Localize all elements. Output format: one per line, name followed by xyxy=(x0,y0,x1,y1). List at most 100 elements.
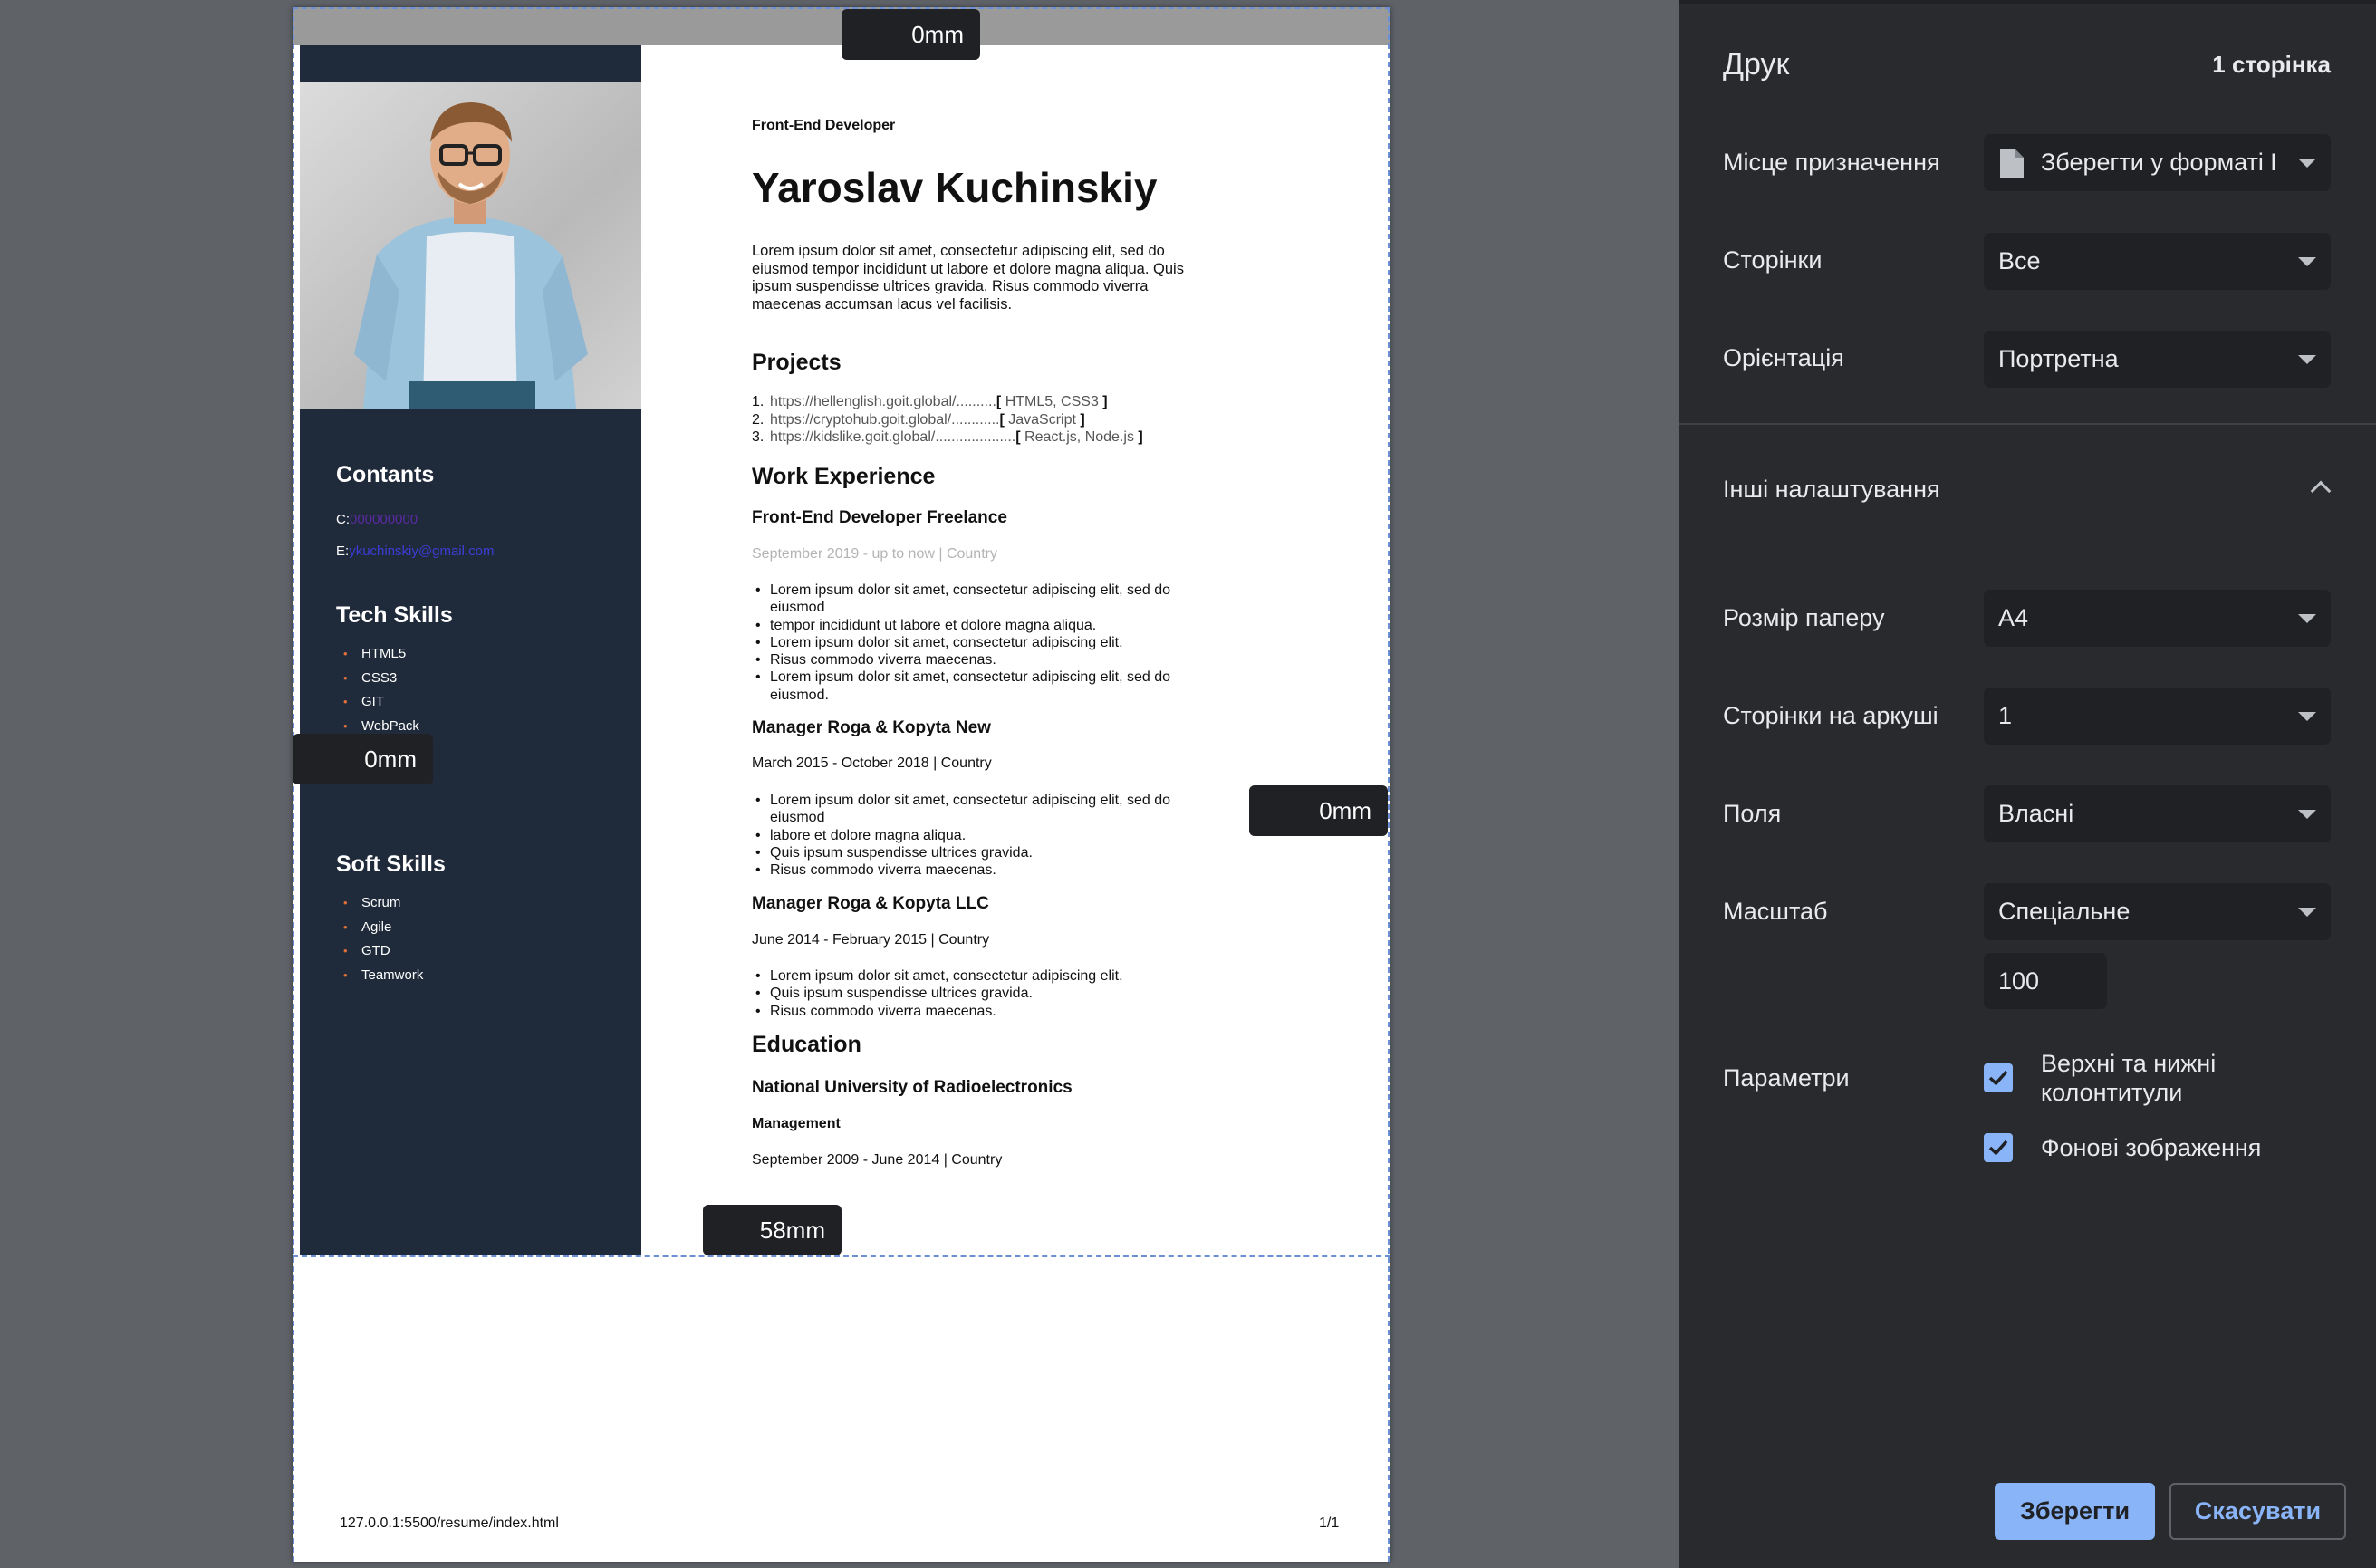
save-button[interactable]: Зберегти xyxy=(1995,1483,2155,1540)
more-settings-label: Інші налаштування xyxy=(1723,476,1940,503)
pages-select[interactable]: Все xyxy=(1984,233,2331,290)
job-bullets: Lorem ipsum dolor sit amet, consectetur … xyxy=(752,967,1223,1020)
destination-select[interactable]: Зберегти у форматі PDF xyxy=(1984,134,2331,191)
options-label: Параметри xyxy=(1723,1064,1850,1092)
margin-guide-right[interactable] xyxy=(1388,7,1390,1562)
project-url[interactable]: https://hellenglish.goit.global/ xyxy=(770,394,956,409)
margins-value: Власні xyxy=(1998,800,2074,827)
soft-skill-item: Teamwork xyxy=(336,967,423,991)
project-tech: HTML5, CSS3 xyxy=(1001,394,1103,409)
background-graphics-label: Фонові зображення xyxy=(2041,1134,2262,1161)
pages-per-sheet-select[interactable]: 1 xyxy=(1984,688,2331,745)
footer-page-number: 1/1 xyxy=(1319,1515,1340,1531)
chevron-down-icon xyxy=(2298,712,2316,721)
job-period: June 2014 - February 2015 | Country xyxy=(752,932,990,948)
project-tech: React.js, Node.js xyxy=(1020,429,1139,445)
job-position: Manager Roga & Kopyta New xyxy=(752,718,991,737)
soft-skills-list: Scrum Agile GTD Teamwork xyxy=(336,894,423,990)
chevron-down-icon xyxy=(2298,908,2316,917)
resume-intro: Lorem ipsum dolor sit amet, consectetur … xyxy=(752,243,1184,313)
headers-footers-checkbox[interactable] xyxy=(1984,1063,2013,1092)
footer-url: 127.0.0.1:5500/resume/index.html xyxy=(340,1515,559,1531)
chevron-down-icon xyxy=(2298,159,2316,168)
panel-top-border xyxy=(1679,0,2376,4)
tech-skills-title: Tech Skills xyxy=(336,602,453,628)
background-graphics-checkbox[interactable] xyxy=(1984,1133,2013,1162)
destination-value: Зберегти у форматі PDF xyxy=(2041,149,2275,176)
soft-skill-item: Scrum xyxy=(336,894,423,919)
scale-label: Масштаб xyxy=(1723,898,1828,925)
job-bullet: Lorem ipsum dolor sit amet, consectetur … xyxy=(752,792,1223,827)
orientation-select[interactable]: Портретна xyxy=(1984,331,2331,388)
scale-select[interactable]: Спеціальне xyxy=(1984,883,2331,940)
project-url[interactable]: https://kidslike.goit.global/ xyxy=(770,429,935,445)
preview-page: Contants C:000000000 E:ykuchinskiy@gmail… xyxy=(293,7,1390,1562)
project-url[interactable]: https://cryptohub.goit.global/ xyxy=(770,412,951,428)
more-settings-toggle[interactable]: Інші налаштування xyxy=(1723,471,2339,511)
job-position: Manager Roga & Kopyta LLC xyxy=(752,894,989,913)
job-bullet: Quis ipsum suspendisse ultrices gravida. xyxy=(752,985,1223,1003)
chevron-down-icon xyxy=(2298,614,2316,623)
margin-guide-top[interactable] xyxy=(293,7,1390,9)
job-bullet: Risus commodo viverra maecenas. xyxy=(752,1003,1223,1021)
contact-email: E:ykuchinskiy@gmail.com xyxy=(336,544,494,559)
scale-input[interactable]: 100 xyxy=(1984,953,2107,1009)
education-faculty: Management xyxy=(752,1116,841,1131)
job-bullet-continuation: tempor incididunt ut labore et dolore ma… xyxy=(752,617,1223,635)
resume-role: Front-End Developer xyxy=(752,118,896,133)
job-bullet: Lorem ipsum dolor sit amet, consectetur … xyxy=(752,582,1223,617)
scale-value: Спеціальне xyxy=(1998,898,2131,925)
margin-guide-bottom[interactable] xyxy=(293,1255,1390,1257)
education-title: Education xyxy=(752,1032,861,1057)
job-bullet-continuation: labore et dolore magna aliqua. xyxy=(752,827,1223,845)
profile-photo-illustration xyxy=(300,82,641,409)
margin-guide-left[interactable] xyxy=(293,7,294,1562)
email-prefix: E: xyxy=(336,544,350,559)
margin-top-badge: 0mm xyxy=(842,9,980,60)
margin-right-badge: 0mm xyxy=(1249,785,1388,836)
contacts-title: Contants xyxy=(336,462,435,487)
soft-skill-item: GTD xyxy=(336,942,423,967)
panel-divider xyxy=(1679,423,2376,425)
project-item: 1. https://hellenglish.goit.global/......… xyxy=(752,394,1108,409)
checkmark-icon xyxy=(1988,1070,2008,1086)
document-icon xyxy=(2000,149,2024,178)
pages-label: Сторінки xyxy=(1723,246,1823,274)
job-bullet: Lorem ipsum dolor sit amet, consectetur … xyxy=(752,967,1223,986)
tech-skill-item: HTML5 xyxy=(336,645,419,669)
contact-phone: C:000000000 xyxy=(336,512,418,527)
chevron-down-icon xyxy=(2298,355,2316,364)
headers-footers-label: Верхні та нижні колонтитули xyxy=(2041,1050,2217,1106)
margins-select[interactable]: Власні xyxy=(1984,785,2331,842)
project-tech: JavaScript xyxy=(1004,411,1081,428)
projects-list: 1. https://hellenglish.goit.global/......… xyxy=(752,393,1259,447)
resume-sidebar: Contants C:000000000 E:ykuchinskiy@gmail… xyxy=(300,45,641,1255)
work-experience-title: Work Experience xyxy=(752,464,936,489)
orientation-value: Портретна xyxy=(1998,345,2119,372)
soft-skill-item: Agile xyxy=(336,919,423,943)
cancel-button[interactable]: Скасувати xyxy=(2169,1483,2346,1540)
projects-title: Projects xyxy=(752,350,842,375)
paper-size-select[interactable]: A4 xyxy=(1984,590,2331,647)
orientation-label: Орієнтація xyxy=(1723,344,1844,371)
margins-label: Поля xyxy=(1723,800,1782,827)
paper-size-value: A4 xyxy=(1998,604,2029,631)
job-bullets: Lorem ipsum dolor sit amet, consectetur … xyxy=(752,582,1223,704)
job-period: March 2015 - October 2018 | Country xyxy=(752,755,992,771)
job-bullets: Lorem ipsum dolor sit amet, consectetur … xyxy=(752,792,1223,880)
pages-per-sheet-label: Сторінки на аркуші xyxy=(1723,702,1938,729)
print-settings-panel: Друк 1 сторінка Місце призначення Зберег… xyxy=(1679,0,2376,1568)
job-bullet: Lorem ipsum dolor sit amet, consectetur … xyxy=(752,669,1223,704)
chevron-up-icon xyxy=(2310,480,2332,502)
print-preview-area: Contants C:000000000 E:ykuchinskiy@gmail… xyxy=(0,0,1679,1568)
education-university: National University of Radioelectronics xyxy=(752,1078,1073,1097)
chevron-down-icon xyxy=(2298,810,2316,819)
print-title: Друк xyxy=(1723,47,1790,82)
paper-size-label: Розмір паперу xyxy=(1723,604,1885,631)
page-count: 1 сторінка xyxy=(2212,51,2331,78)
project-item: 3. https://kidslike.goit.global/.........… xyxy=(752,429,1143,445)
pages-per-sheet-value: 1 xyxy=(1998,702,2013,729)
email-link[interactable]: ykuchinskiy@gmail.com xyxy=(349,544,494,559)
pages-value: Все xyxy=(1998,247,2041,274)
phone-link[interactable]: 000000000 xyxy=(350,512,418,527)
